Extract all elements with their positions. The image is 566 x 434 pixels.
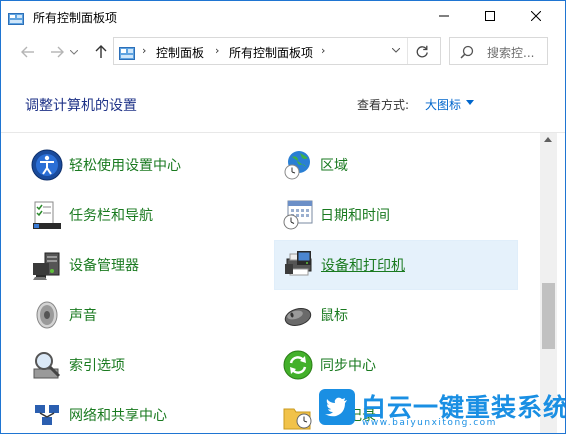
item-taskbar-navigation[interactable]: 任务栏和导航 bbox=[23, 191, 263, 239]
refresh-icon bbox=[416, 45, 428, 57]
back-arrow-icon bbox=[21, 46, 34, 58]
breadcrumb-control-panel[interactable]: 控制面板 bbox=[156, 44, 204, 61]
item-label[interactable]: 同步中心 bbox=[320, 355, 376, 375]
forward-arrow-icon bbox=[51, 46, 64, 58]
item-label[interactable]: 设备管理器 bbox=[69, 255, 139, 275]
breadcrumb-all-items[interactable]: 所有控制面板项 bbox=[229, 44, 313, 61]
search-icon bbox=[460, 44, 474, 63]
sync-center-icon bbox=[282, 349, 314, 381]
item-label[interactable]: 声音 bbox=[69, 305, 97, 325]
scroll-up-arrow-icon[interactable] bbox=[544, 137, 552, 142]
item-sync-center[interactable]: 同步中心 bbox=[274, 341, 516, 389]
scrollbar-thumb[interactable] bbox=[542, 283, 555, 349]
header-divider bbox=[1, 132, 565, 133]
twitter-bird-logo-icon bbox=[319, 389, 355, 425]
devices-printers-icon bbox=[283, 249, 315, 281]
minimize-button[interactable] bbox=[421, 1, 467, 31]
item-label[interactable]: 日期和时间 bbox=[320, 205, 390, 225]
minimize-icon bbox=[439, 15, 449, 17]
file-history-icon bbox=[282, 399, 314, 431]
device-manager-icon bbox=[31, 249, 63, 281]
close-button[interactable] bbox=[513, 1, 559, 31]
item-label[interactable]: 设备和打印机 bbox=[321, 255, 405, 275]
up-button[interactable] bbox=[90, 41, 112, 63]
address-bar[interactable]: › 控制面板 › 所有控制面板项 › bbox=[113, 37, 441, 65]
refresh-button[interactable] bbox=[412, 42, 432, 60]
date-time-icon bbox=[282, 199, 314, 231]
up-arrow-icon bbox=[95, 45, 107, 58]
control-panel-small-icon bbox=[119, 45, 135, 60]
maximize-icon bbox=[485, 11, 495, 21]
chevron-down-icon bbox=[70, 49, 78, 55]
region-globe-icon bbox=[282, 149, 314, 181]
item-label[interactable]: 轻松使用设置中心 bbox=[69, 155, 181, 175]
chevron-down-icon bbox=[391, 47, 401, 53]
item-mouse[interactable]: 鼠标 bbox=[274, 291, 516, 339]
item-ease-of-access[interactable]: 轻松使用设置中心 bbox=[23, 141, 263, 189]
mouse-icon bbox=[282, 299, 314, 331]
item-label[interactable]: 任务栏和导航 bbox=[69, 205, 153, 225]
item-devices-printers[interactable]: 设备和打印机 bbox=[274, 240, 518, 290]
address-dropdown-button[interactable] bbox=[391, 43, 401, 56]
network-icon bbox=[31, 399, 63, 431]
chevron-right-icon[interactable]: › bbox=[215, 44, 219, 57]
view-by-caret-icon[interactable] bbox=[466, 100, 474, 105]
chevron-right-icon[interactable]: › bbox=[142, 44, 146, 57]
forward-button[interactable] bbox=[46, 41, 68, 63]
view-by-label: 查看方式: bbox=[357, 98, 410, 112]
item-label[interactable]: 鼠标 bbox=[320, 305, 348, 325]
recent-locations-button[interactable] bbox=[67, 41, 81, 63]
search-placeholder[interactable]: 搜索控... bbox=[487, 44, 534, 61]
view-by-dropdown[interactable]: 大图标 bbox=[425, 96, 461, 113]
speaker-icon bbox=[31, 299, 63, 331]
ease-of-access-icon bbox=[31, 149, 63, 181]
control-panel-window: 所有控制面板项 › 控制面板 › 所有控制面板项 › 搜索控... 调整计算机的… bbox=[0, 0, 566, 434]
control-panel-app-icon bbox=[8, 10, 24, 25]
watermark: 白云一键重装系统 www.baiyunxitong.com bbox=[314, 387, 565, 433]
item-device-manager[interactable]: 设备管理器 bbox=[23, 241, 263, 289]
chevron-right-icon[interactable]: › bbox=[321, 44, 325, 57]
item-indexing-options[interactable]: 索引选项 bbox=[23, 341, 263, 389]
item-network-sharing[interactable]: 网络和共享中心 bbox=[23, 391, 263, 433]
item-date-time[interactable]: 日期和时间 bbox=[274, 191, 516, 239]
address-divider bbox=[407, 38, 408, 64]
window-title: 所有控制面板项 bbox=[33, 11, 118, 25]
item-label[interactable]: 区域 bbox=[320, 155, 348, 175]
title-bar[interactable]: 所有控制面板项 bbox=[1, 1, 565, 32]
maximize-button[interactable] bbox=[467, 1, 513, 31]
item-label[interactable]: 网络和共享中心 bbox=[69, 405, 167, 425]
indexing-icon bbox=[31, 349, 63, 381]
item-label[interactable]: 索引选项 bbox=[69, 355, 125, 375]
search-box[interactable]: 搜索控... bbox=[449, 37, 548, 65]
item-sound[interactable]: 声音 bbox=[23, 291, 263, 339]
page-title: 调整计算机的设置 bbox=[25, 98, 137, 114]
watermark-url: www.baiyunxitong.com bbox=[362, 418, 497, 428]
close-icon bbox=[531, 11, 541, 21]
item-region[interactable]: 区域 bbox=[274, 141, 516, 189]
back-button[interactable] bbox=[17, 41, 39, 63]
taskbar-icon bbox=[31, 199, 63, 231]
